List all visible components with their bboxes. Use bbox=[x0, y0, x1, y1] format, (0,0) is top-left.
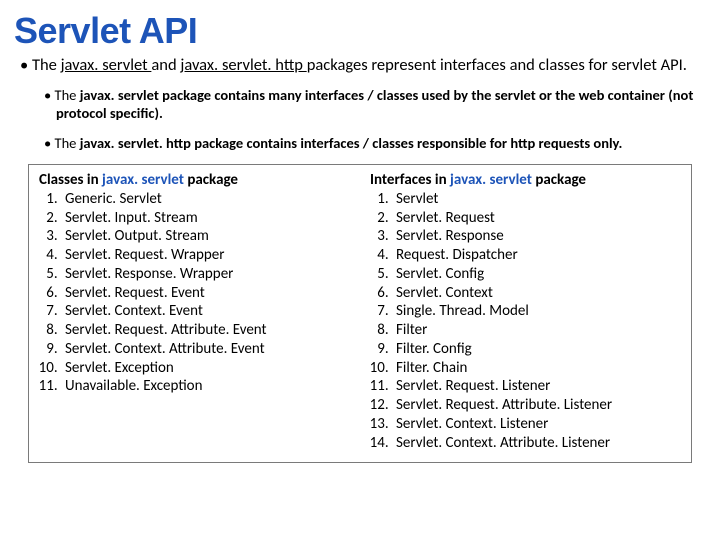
left-heading: Classes in javax. servlet package bbox=[39, 171, 350, 190]
slide-title: Servlet API bbox=[0, 0, 720, 53]
sub1-pre: The bbox=[55, 86, 80, 104]
list-item: Servlet. Request. Wrapper bbox=[61, 246, 350, 265]
slide-body: The javax. servlet and javax. servlet. h… bbox=[0, 53, 720, 463]
sub2-pre: The bbox=[55, 134, 80, 152]
list-item: Single. Thread. Model bbox=[392, 302, 681, 321]
right-list: ServletServlet. RequestServlet. Response… bbox=[370, 190, 681, 453]
bullet-sub1: The javax. servlet package contains many… bbox=[44, 86, 700, 122]
sub1-bold: javax. servlet bbox=[80, 86, 162, 104]
right-head-pkg: javax. servlet bbox=[450, 171, 535, 189]
left-list: Generic. ServletServlet. Input. StreamSe… bbox=[39, 190, 350, 396]
sub2-bold: javax. servlet. http bbox=[80, 134, 195, 152]
right-column: Interfaces in javax. servlet package Ser… bbox=[360, 165, 691, 462]
list-item: Servlet. Response. Wrapper bbox=[61, 265, 350, 284]
left-head-a: Classes in bbox=[39, 171, 102, 189]
list-item: Servlet. Context. Attribute. Event bbox=[61, 340, 350, 359]
list-item: Servlet bbox=[392, 190, 681, 209]
list-item: Generic. Servlet bbox=[61, 190, 350, 209]
intro-pkg2: javax. servlet. http bbox=[180, 55, 306, 75]
left-column: Classes in javax. servlet package Generi… bbox=[29, 165, 360, 462]
sub2-post: package contains interfaces / classes re… bbox=[194, 134, 622, 152]
list-item: Servlet. Output. Stream bbox=[61, 227, 350, 246]
list-item: Servlet. Response bbox=[392, 227, 681, 246]
list-item: Servlet. Context bbox=[392, 284, 681, 303]
left-head-pkg: javax. servlet bbox=[102, 171, 187, 189]
list-item: Servlet. Context. Listener bbox=[392, 415, 681, 434]
intro-pkg1: javax. servlet bbox=[61, 55, 152, 75]
list-item: Servlet. Request bbox=[392, 209, 681, 228]
list-item: Servlet. Exception bbox=[61, 359, 350, 378]
list-item: Request. Dispatcher bbox=[392, 246, 681, 265]
list-item: Filter. Chain bbox=[392, 359, 681, 378]
bullet-intro: The javax. servlet and javax. servlet. h… bbox=[20, 55, 700, 76]
bullet-sub2: The javax. servlet. http package contain… bbox=[44, 134, 700, 152]
list-item: Unavailable. Exception bbox=[61, 377, 350, 396]
right-heading: Interfaces in javax. servlet package bbox=[370, 171, 681, 190]
list-item: Filter bbox=[392, 321, 681, 340]
left-head-b: package bbox=[187, 171, 238, 189]
right-head-a: Interfaces in bbox=[370, 171, 450, 189]
list-item: Servlet. Request. Attribute. Listener bbox=[392, 396, 681, 415]
list-item: Servlet. Request. Listener bbox=[392, 377, 681, 396]
right-head-b: package bbox=[535, 171, 586, 189]
list-item: Servlet. Input. Stream bbox=[61, 209, 350, 228]
list-item: Servlet. Context. Attribute. Listener bbox=[392, 434, 681, 453]
list-item: Servlet. Request. Event bbox=[61, 284, 350, 303]
list-item: Servlet. Context. Event bbox=[61, 302, 350, 321]
list-item: Filter. Config bbox=[392, 340, 681, 359]
list-item: Servlet. Request. Attribute. Event bbox=[61, 321, 350, 340]
intro-text-mid: and bbox=[151, 55, 180, 75]
columns-box: Classes in javax. servlet package Generi… bbox=[28, 164, 692, 463]
list-item: Servlet. Config bbox=[392, 265, 681, 284]
intro-text-pre: The bbox=[32, 55, 61, 75]
intro-text-post: packages represent interfaces and classe… bbox=[307, 55, 687, 75]
